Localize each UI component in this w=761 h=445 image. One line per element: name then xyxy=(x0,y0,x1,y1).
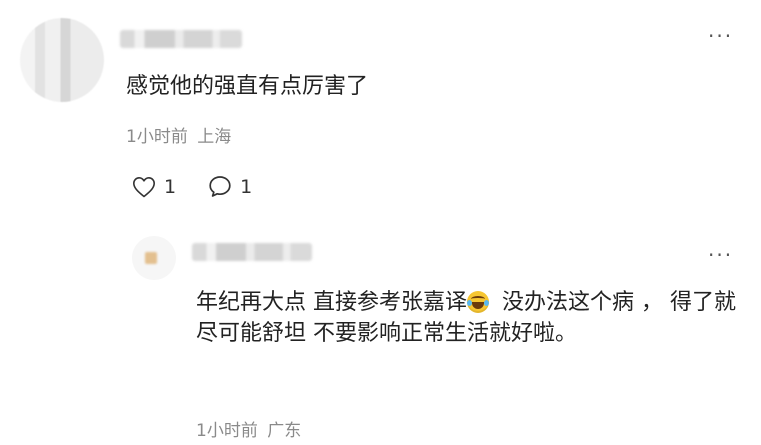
comment-text: 感觉他的强直有点厉害了 xyxy=(126,74,369,99)
reply-author-name-blurred[interactable] xyxy=(192,243,312,261)
like-button[interactable]: 1 xyxy=(132,176,176,198)
comment-avatar[interactable] xyxy=(20,18,104,102)
comment-meta: 1小时前 上海 xyxy=(126,126,231,148)
reply-text: 年纪再大点 直接参考张嘉译 没办法这个病 ， 得了就尽可能舒坦 不要影响正常生活… xyxy=(196,287,736,349)
heart-icon xyxy=(133,176,155,197)
comment-actions: 1 1 xyxy=(132,175,252,198)
reply-meta: 1小时前 广东 xyxy=(196,420,301,442)
like-count: 1 xyxy=(164,175,177,198)
grinning-sweat-emoji-icon xyxy=(467,291,489,313)
reply-time: 1小时前 xyxy=(196,421,258,441)
reply-text-part1: 年纪再大点 直接参考张嘉译 xyxy=(196,290,467,315)
reply-button[interactable]: 1 xyxy=(208,175,252,198)
reply-count: 1 xyxy=(240,175,253,198)
comment-location: 上海 xyxy=(197,127,232,147)
reply-more-icon[interactable]: ··· xyxy=(708,245,733,265)
reply-location: 广东 xyxy=(267,421,302,441)
comment-time: 1小时前 xyxy=(126,127,188,147)
comment-bubble-icon xyxy=(209,176,231,197)
reply-avatar[interactable] xyxy=(132,236,176,280)
comment-more-icon[interactable]: ··· xyxy=(708,26,733,46)
comment-author-name-blurred[interactable] xyxy=(120,30,242,48)
